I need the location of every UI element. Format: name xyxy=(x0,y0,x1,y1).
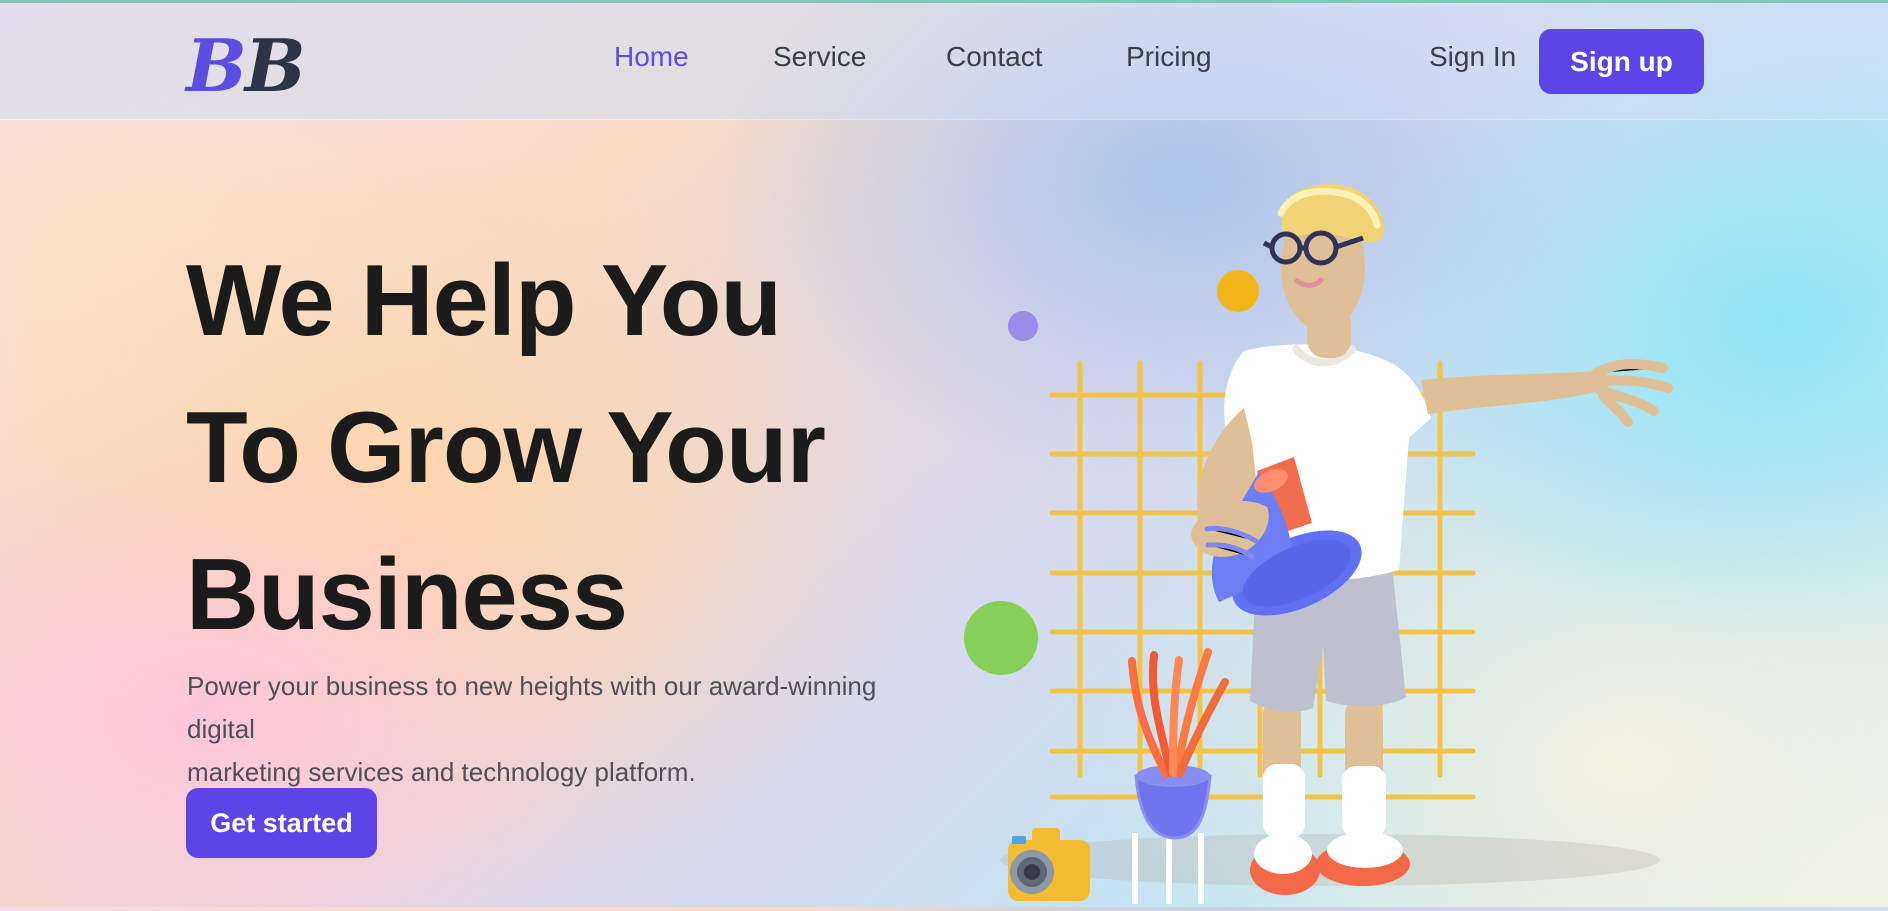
green-dot-icon xyxy=(964,601,1038,675)
hero-title-line-3: Business xyxy=(186,539,628,651)
sign-up-button[interactable]: Sign up xyxy=(1539,29,1704,94)
hero-3d-illustration xyxy=(960,170,1750,907)
logo-letter-secondary: B xyxy=(244,23,306,108)
person-with-megaphone-icon xyxy=(1191,183,1673,895)
nav-link-contact[interactable]: Contact xyxy=(946,43,1043,71)
illustration-svg xyxy=(964,183,1673,904)
nav-link-home[interactable]: Home xyxy=(614,43,689,71)
logo-letter-primary: B xyxy=(186,23,247,108)
get-started-button[interactable]: Get started xyxy=(186,788,377,858)
yellow-dot-icon xyxy=(1217,270,1259,312)
hero-title: We Help You To Grow Your Business xyxy=(186,228,906,669)
hero-title-line-2: To Grow Your xyxy=(186,392,826,504)
hero-subtitle: Power your business to new heights with … xyxy=(187,665,947,794)
hero-title-line-1: We Help You xyxy=(186,245,782,357)
camera-icon xyxy=(1008,828,1090,901)
nav-link-service[interactable]: Service xyxy=(773,43,866,71)
hero-subtitle-line-1: Power your business to new heights with … xyxy=(187,671,877,744)
sign-in-link[interactable]: Sign In xyxy=(1429,43,1516,71)
brand-logo[interactable]: B B xyxy=(186,23,306,108)
top-navigation-bar: B B Home Service Contact Pricing Sign In… xyxy=(0,3,1888,119)
nav-link-pricing[interactable]: Pricing xyxy=(1126,43,1212,71)
purple-dot-icon xyxy=(1008,311,1038,341)
